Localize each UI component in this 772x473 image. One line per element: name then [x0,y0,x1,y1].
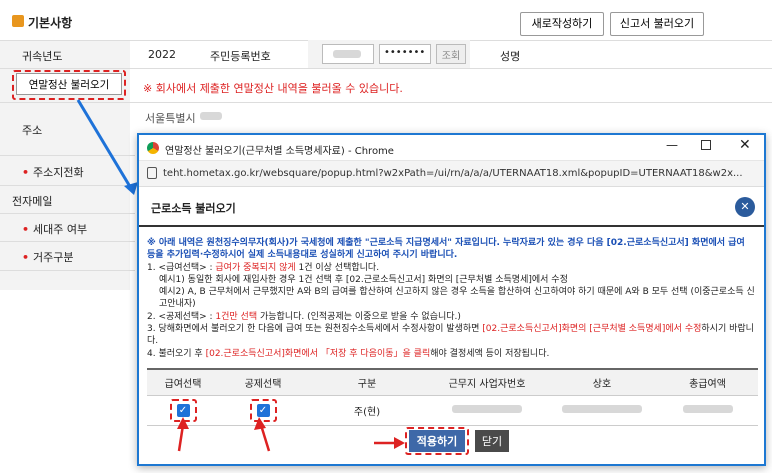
popup-window: 연말정산 불러오기(근무처별 소득명세자료) - Chrome — ✕ teht… [137,133,766,466]
popup-window-title: 연말정산 불러오기(근무처별 소득명세자료) - Chrome [165,146,394,157]
col-company-name: 상호 [547,368,657,396]
maximize-icon[interactable] [701,140,711,150]
chrome-icon [147,142,159,154]
notice-item-3: 3. 당해화면에서 불러오기 한 다음에 급여 또는 원천징수소득세에서 수정사… [147,324,754,347]
notice-item-2: 2. <공제선택> : 1건만 선택 가능합니다. (인적공제는 이중으로 받을… [147,311,461,322]
col-deduction-select: 공제선택 [219,368,307,396]
notice-block: ※ 아래 내역은 원천징수의무자(회사)가 국세청에 제출한 "근로소득 지급명… [147,237,755,360]
dialog-close-icon[interactable]: ✕ [735,197,755,217]
dialog-header: 근로소득 불러오기 ✕ [139,187,764,227]
popup-titlebar: 연말정산 불러오기(근무처별 소득명세자료) - Chrome — ✕ [139,135,764,161]
notice-item-1-ex2: 예시2) A, B 근무처에서 근무했지만 A와 B의 급여를 합산하여 신고하… [159,287,755,310]
col-salary-select: 급여선택 [147,368,219,396]
lock-icon [147,167,157,179]
dialog-title: 근로소득 불러오기 [151,202,236,215]
col-type: 구분 [307,368,427,396]
col-total-salary: 총급여액 [657,368,758,396]
notice-item-1-ex1: 예시1) 동일한 회사에 재입사한 경우 1건 선택 후 [02.근로소득신고서… [159,274,568,285]
notice-item-1: 1. <급여선택> : 급여가 중복되지 않게 1건 이상 선택합니다. [147,262,380,273]
notice-item-4: 4. 불러오기 후 [02.근로소득신고서]화면에서 「저장 후 다음이동」을 … [147,348,550,359]
close-window-icon[interactable]: ✕ [739,137,751,153]
address-bar[interactable]: teht.hometax.go.kr/websquare/popup.html?… [139,161,764,187]
table-header-row: 급여선택 공제선택 구분 근무지 사업자번호 상호 총급여액 [147,368,758,396]
notice-main: ※ 아래 내역은 원천징수의무자(회사)가 국세청에 제출한 "근로소득 지급명… [147,238,745,261]
close-button[interactable]: 닫기 [475,430,509,452]
col-business-number: 근무지 사업자번호 [427,368,547,396]
popup-url: teht.hometax.go.kr/websquare/popup.html?… [163,168,743,179]
minimize-icon[interactable]: — [666,138,678,152]
apply-button[interactable]: 적용하기 [409,430,465,452]
